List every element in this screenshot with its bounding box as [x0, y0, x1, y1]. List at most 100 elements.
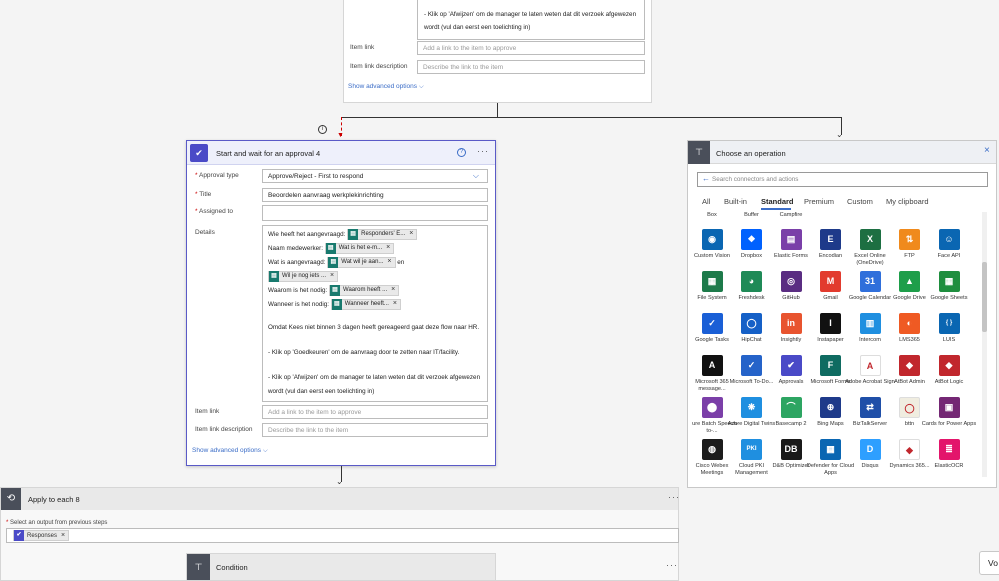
details-text: Wanneer is het nodig: — [268, 301, 330, 308]
elastic-forms-icon: ▤ — [780, 229, 802, 250]
more-options-icon[interactable]: ··· — [477, 146, 489, 156]
dynamic-content-token[interactable]: ▤ Waarom heeft ... × — [329, 284, 400, 296]
operation-icon: ⊤ — [688, 141, 710, 164]
freshdesk-icon: ◕ — [741, 271, 762, 292]
title-input[interactable]: Beoordelen aanvraag werkplekinrichting — [262, 188, 488, 202]
more-options-icon[interactable]: ··· — [668, 492, 680, 502]
details-text: Waarom is het nodig: — [268, 287, 328, 294]
tab-active-indicator — [761, 208, 791, 210]
arrow-down-icon: ⌄ — [336, 477, 343, 486]
apply-to-each-header[interactable]: ⟲ Apply to each 8 ··· — [1, 488, 680, 510]
dynamic-content-token[interactable]: ▤ Wanneer heeft... × — [330, 298, 402, 310]
bttn-icon: ◯ — [899, 397, 920, 418]
search-connectors-box[interactable]: ← Search connectors and actions — [697, 172, 988, 187]
assigned-to-input[interactable] — [262, 205, 488, 221]
item-link-label: Item link — [195, 408, 220, 415]
connectors-grid: BoxBufferCampfireCognito FormsComputer V… — [692, 212, 976, 477]
details-editor[interactable]: Wie heeft het aangevraagd: ▤ Responders' … — [262, 225, 488, 402]
back-arrow-icon[interactable]: ← — [702, 174, 710, 183]
approvals-icon: ✔ — [780, 355, 802, 376]
ftp-icon: ⇅ — [899, 229, 920, 250]
more-options-icon[interactable]: ··· — [666, 560, 678, 570]
apply-to-each-title: Apply to each 8 — [28, 495, 80, 504]
dynamic-content-token[interactable]: ▤ Wat is het e-m... × — [324, 242, 395, 254]
details-line: - Klik op 'Afwijzen' om de manager te la… — [424, 11, 637, 18]
item-link-label: Item link — [350, 44, 375, 51]
connector-tile[interactable]: { } LUIS — [921, 313, 976, 344]
chevron-down-icon: ⌵ — [418, 83, 424, 90]
defender-for-cloud-apps-icon: ▦ — [820, 439, 841, 460]
microsoft-to-do-icon: ✓ — [741, 355, 762, 376]
connector-tile[interactable]: ≣ ElasticOCR — [921, 439, 976, 470]
tab-built-in[interactable]: Built-in — [724, 197, 747, 206]
details-box[interactable]: - Klik op 'Afwijzen' om de manager te la… — [417, 0, 645, 40]
condition-card[interactable]: ⊤ Condition ··· — [186, 553, 677, 581]
close-icon: × — [409, 230, 414, 238]
microsoft-forms-icon: F — [820, 355, 841, 376]
azure-batch-speech-to-icon: ⬤ — [701, 397, 723, 418]
choose-operation-header: ⊤ Choose an operation × — [688, 141, 996, 164]
connector-tile[interactable]: ▦ Google Sheets — [921, 271, 976, 302]
item-link-description-input[interactable]: Describe the link to the item — [262, 423, 488, 437]
details-line: wordt (vul dan eerst een toelichting in) — [424, 24, 531, 31]
search-input[interactable]: Search connectors and actions — [712, 176, 798, 183]
hipchat-icon: ◯ — [741, 313, 762, 334]
lms365-icon: ◐ — [899, 313, 920, 334]
responses-token[interactable]: ✔ Responses × — [13, 530, 70, 541]
help-icon[interactable]: ? — [457, 148, 466, 157]
tab-all[interactable]: All — [702, 197, 710, 206]
approval-card-header[interactable]: ✔ Start and wait for an approval 4 ? ··· — [187, 141, 495, 165]
dynamic-content-token[interactable]: ▤ Wat wil je aan... × — [327, 256, 396, 268]
excel-online-onedrive-icon: X — [859, 229, 881, 250]
details-text: - Klik op 'Goedkeuren' om de aanvraag do… — [268, 349, 460, 356]
basecamp-2-icon: ⌒ — [780, 397, 802, 418]
connector-tile[interactable]: ◆ AtBot Logic — [921, 355, 976, 386]
cards-for-power-apps-icon: ▣ — [938, 397, 960, 418]
chevron-down-icon: ⌵ — [472, 171, 479, 180]
dynamic-content-token[interactable]: ▤ Wil je nog iets ... × — [268, 270, 339, 282]
show-advanced-options-link[interactable]: Show advanced options ⌵ — [192, 447, 268, 455]
tab-standard[interactable]: Standard — [761, 197, 794, 206]
item-link-input[interactable]: Add a link to the item to approve — [262, 405, 488, 419]
approval-type-select[interactable]: Approve/Reject - First to respond ⌵ — [262, 169, 488, 183]
microsoft-365-message-icon: A — [701, 355, 723, 376]
item-link-description-input[interactable]: Describe the link to the item — [417, 60, 645, 74]
connector-tile[interactable]: ▣ Cards for Power Apps — [921, 397, 976, 428]
tab-custom[interactable]: Custom — [847, 197, 873, 206]
scrollbar-thumb[interactable] — [982, 262, 987, 332]
corner-button[interactable]: Vo — [979, 551, 999, 575]
card-title: Start and wait for an approval 4 — [216, 149, 321, 158]
azure-digital-twins-icon: ❋ — [741, 397, 762, 418]
info-icon[interactable]: i — [318, 125, 327, 134]
connector-name: Cards for Power Apps — [921, 421, 976, 427]
insightly-icon: in — [780, 313, 802, 334]
details-text: en — [397, 259, 405, 266]
show-advanced-options-link[interactable]: Show advanced options ⌵ — [348, 83, 424, 91]
approval-type-value: Approve/Reject - First to respond — [268, 173, 364, 180]
connector-name: ElasticOCR — [934, 463, 964, 469]
biztalkserver-icon: ⇄ — [859, 397, 881, 418]
chevron-down-icon: ⌵ — [262, 447, 268, 454]
luis-icon: { } — [938, 313, 960, 334]
d-b-optimizer-icon: DB — [780, 439, 802, 460]
show-advanced-label: Show advanced options — [348, 83, 418, 90]
cloud-pki-management-icon: PKI — [741, 439, 762, 460]
approval-action-card: ✔ Start and wait for an approval 4 ? ···… — [186, 140, 496, 466]
scrollbar-track[interactable] — [982, 212, 987, 477]
connector-tile[interactable]: ☺ Face API — [921, 229, 976, 260]
close-icon[interactable]: × — [984, 145, 990, 156]
adobe-acrobat-sign-icon: A — [859, 355, 881, 376]
dynamic-content-token[interactable]: ▤ Responders' E... × — [347, 228, 418, 240]
connector-name: AtBot Logic — [934, 379, 964, 385]
connector-tile[interactable]: Content Moderator — [921, 212, 976, 219]
tab-premium[interactable]: Premium — [804, 197, 834, 206]
select-output-input[interactable]: ✔ Responses × — [6, 528, 679, 543]
dynamics-365-icon: ◆ — [899, 439, 920, 460]
item-link-input[interactable]: Add a link to the item to approve — [417, 41, 645, 55]
item-link-description-label: Item link description — [195, 426, 253, 433]
close-icon: × — [392, 300, 398, 308]
atbot-admin-icon: ◆ — [899, 355, 920, 376]
title-label: * Title — [195, 191, 212, 198]
elasticocr-icon: ≣ — [938, 439, 960, 460]
tab-my-clipboard[interactable]: My clipboard — [886, 197, 929, 206]
